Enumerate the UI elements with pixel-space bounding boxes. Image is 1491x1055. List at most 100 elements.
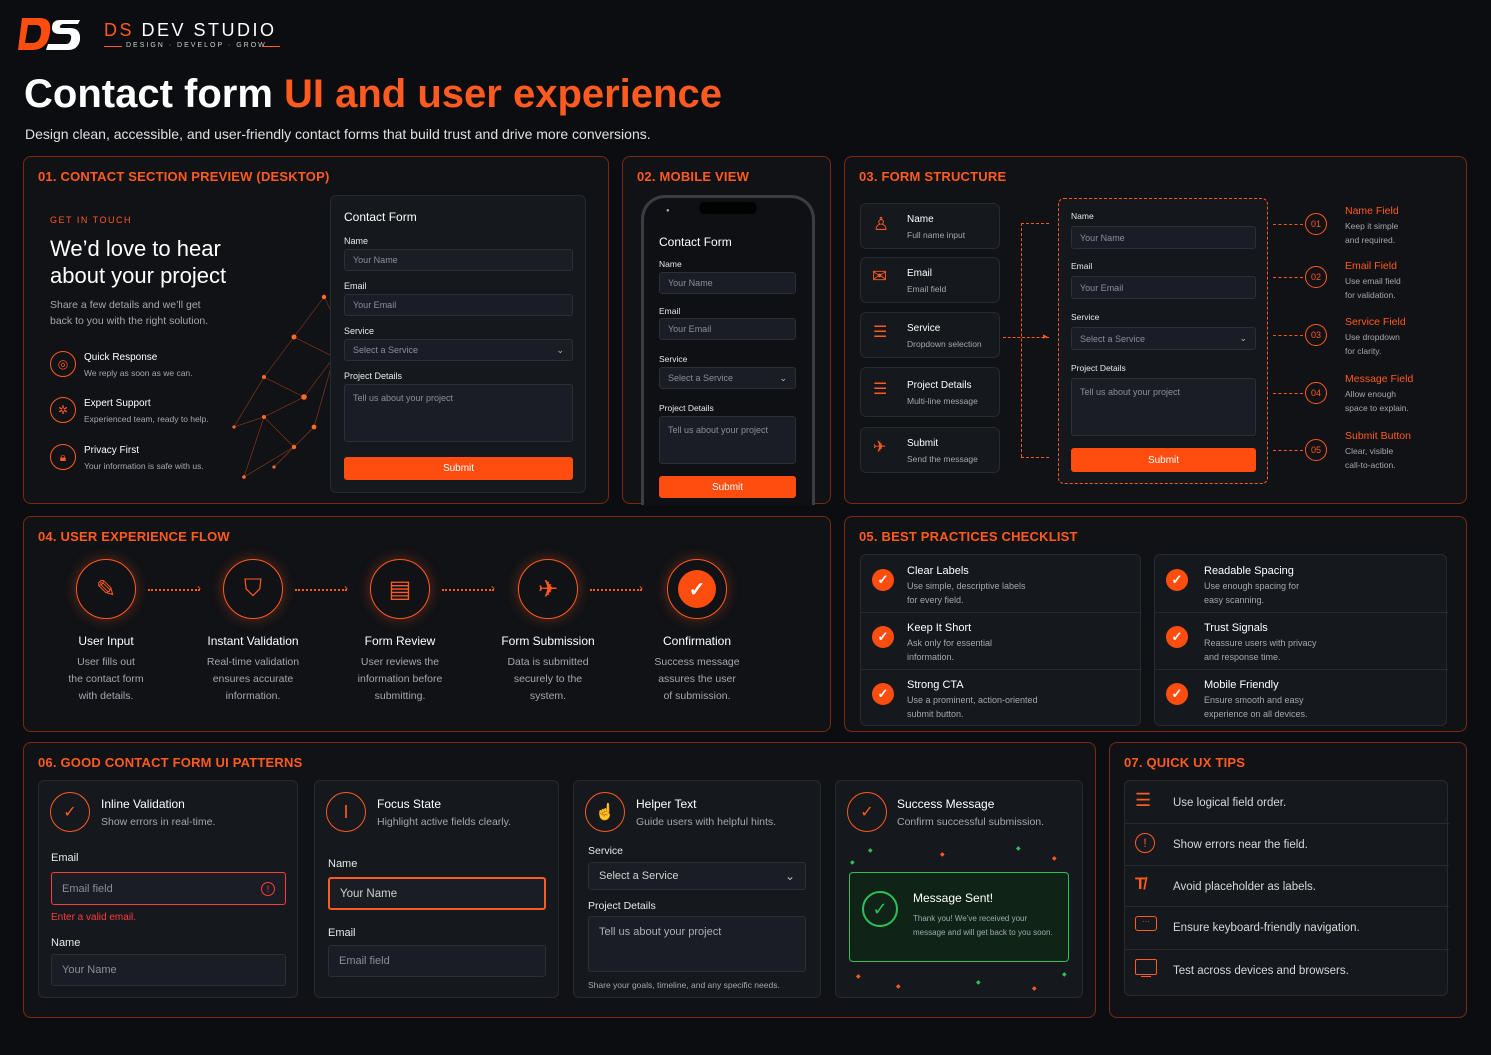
connector-line [1021,457,1049,458]
paper-plane-icon: ✈ [518,559,578,619]
check-icon: ✓ [1166,569,1188,591]
check-icon: ✓ [872,683,894,705]
service-select-value: Select a Service [599,870,679,882]
section-desktop-preview: 01. CONTACT SECTION PREVIEW (DESKTOP) GE… [23,156,609,504]
name-input[interactable]: Your Name [1071,226,1256,249]
name-input[interactable]: Your Name [51,954,286,986]
checklist-column-right: ✓ Readable Spacing Use enough spacing fo… [1154,554,1448,726]
check-title: Keep It Short [907,622,972,634]
step-desc-line: Real-time validation [206,656,300,668]
divider [1125,906,1449,907]
pattern-title: Success Message [897,797,995,811]
details-textarea[interactable]: Tell us about your project [659,416,796,464]
details-label: Project Details [659,403,714,413]
divider [1125,865,1449,866]
item-title: Project Details [907,380,972,391]
section-title: 06. GOOD CONTACT FORM UI PATTERNS [38,755,303,770]
service-select-value: Select a Service [1080,333,1146,344]
name-input[interactable]: Your Name [659,272,796,294]
document-check-icon: ▤ [370,559,430,619]
item-desc: Email field [907,284,947,294]
section-title: 07. QUICK UX TIPS [1124,755,1246,770]
name-label: Name [1071,211,1094,221]
brand-name-text: DEV STUDIO [141,20,277,40]
tip-text: Ensure keyboard-friendly navigation. [1173,922,1360,934]
validation-check-icon: ✓ [50,792,90,832]
confetti-dot: ◆ [1052,856,1057,862]
check-line: experience on all devices. [1204,709,1308,719]
step-title: Form Review [364,634,436,648]
check-line: Reassure users with privacy [1204,638,1317,648]
check-title: Mobile Friendly [1204,679,1279,691]
name-input-focused[interactable]: Your Name [328,877,546,910]
pattern-title: Inline Validation [101,797,185,811]
text-cursor-icon: I [326,792,366,832]
check-line: Ask only for essential [907,638,993,648]
item-title: Email [907,268,933,279]
tip-text: Show errors near the field. [1173,839,1308,851]
submit-button[interactable]: Submit [344,457,573,480]
hero-desc-line1: Share a few details and we’ll get [50,299,201,311]
monitor-stand [1141,976,1151,977]
phone-status-bar: ● [666,208,670,214]
details-label: Project Details [588,900,656,912]
hero-heading-line2: about your project [50,263,227,288]
step-desc-line: information before [357,673,443,685]
note-line: call-to-action. [1345,460,1396,470]
email-input[interactable]: Email field [328,945,546,977]
note-title: Service Field [1345,316,1406,328]
shield-check-icon: ⛉ [223,559,283,619]
tips-list: ☰ Use logical field order. ! Show errors… [1124,780,1449,996]
submit-button[interactable]: Submit [1071,448,1256,472]
name-input[interactable]: Your Name [344,249,573,271]
hero-desc-line2: back to you with the right solution. [50,315,209,327]
list-icon: ☰ [1135,790,1152,810]
page-title-orange: UI and user experience [284,72,722,116]
details-textarea[interactable]: Tell us about your project [344,384,573,442]
tip-text: Use logical field order. [1173,797,1287,809]
details-textarea[interactable]: Tell us about your project [588,916,806,972]
service-select[interactable]: Select a Service ⌄ [1071,327,1256,350]
service-select[interactable]: Select a Service ⌄ [344,339,573,361]
check-title: Readable Spacing [1204,565,1294,577]
arrow-head-icon: › [491,581,495,595]
service-select[interactable]: Select a Service ⌄ [659,367,796,389]
sliders-icon: ☰ [873,324,888,341]
feature-desc: Experienced team, ready to help. [84,414,209,424]
email-input-error[interactable]: Email field ! [51,872,286,905]
divider [861,669,1142,670]
email-label: Email [1071,261,1093,271]
section-checklist: 05. BEST PRACTICES CHECKLIST ✓ Clear Lab… [844,516,1467,732]
email-input[interactable]: Your Email [1071,276,1256,299]
step-title: Confirmation [662,634,732,648]
hero-description: Share a few details and we’ll get back t… [50,297,208,329]
email-input[interactable]: Your Email [659,318,796,340]
note-pointer [1273,335,1303,336]
step-desc: User fills out the contact form with detai… [36,654,176,705]
pattern-inline-validation: ✓ Inline Validation Show errors in real-… [38,780,298,998]
divider [1155,669,1448,670]
brand-prefix: DS [104,20,135,40]
note-line: Use dropdown [1345,332,1400,342]
submit-button[interactable]: Submit [659,476,796,498]
mail-icon: ✉ [872,266,888,286]
checklist-column-left: ✓ Clear Labels Use simple, descriptive l… [860,554,1142,726]
step-desc-line: the contact form [68,673,144,685]
details-textarea[interactable]: Tell us about your project [1071,378,1256,436]
feature-title: Quick Response [84,352,158,363]
step-desc-line: Success message [654,656,740,668]
note-line: Allow enough [1345,389,1397,399]
note-line: space to explain. [1345,403,1409,413]
chevron-down-icon: ⌄ [779,372,787,383]
note-title: Message Field [1345,373,1414,385]
support-icon: ✲ [50,397,76,423]
service-select[interactable]: Select a Service ⌄ [588,862,806,890]
service-select-value: Select a Service [353,345,419,355]
note-line: Clear, visible [1345,446,1394,456]
error-icon: ! [261,881,275,896]
step-desc-line: information. [225,690,281,702]
section-title: 03. FORM STRUCTURE [859,169,1007,184]
alert-icon: ! [1135,833,1155,853]
note-pointer [1273,393,1303,394]
email-input[interactable]: Your Email [344,294,573,316]
